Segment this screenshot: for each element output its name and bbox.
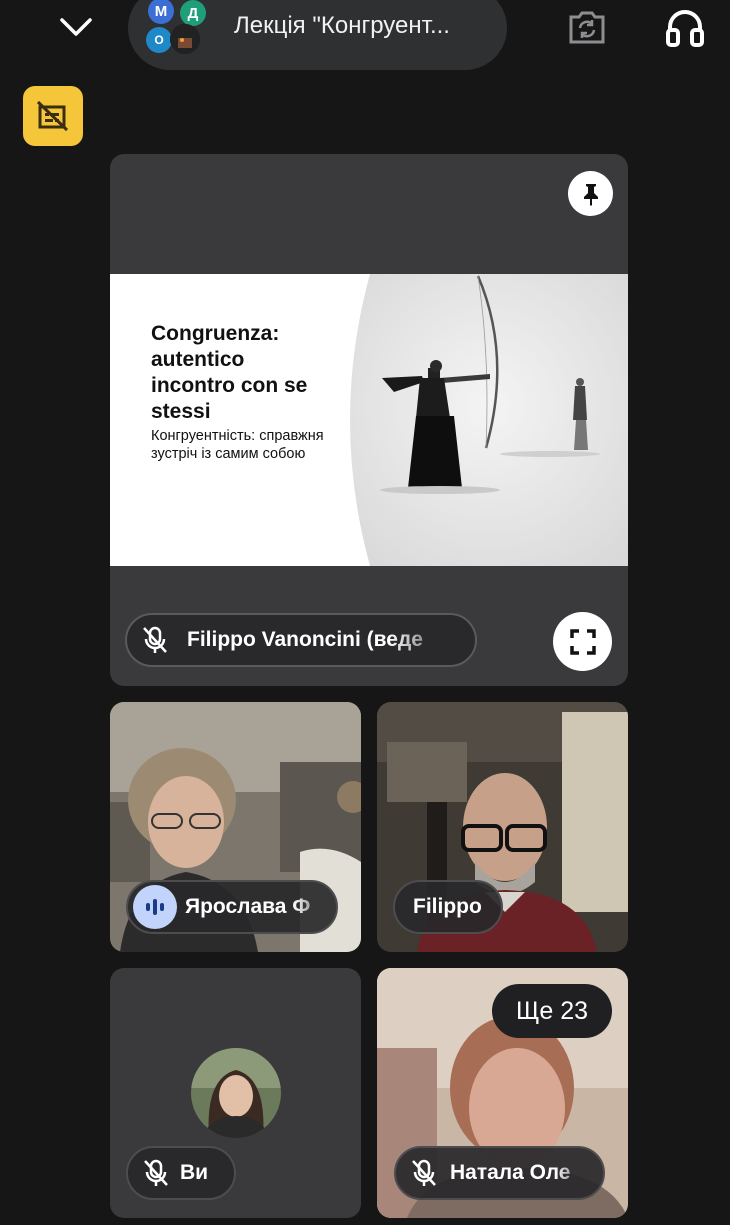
audio-output-headphones-icon[interactable]	[664, 6, 706, 48]
pin-icon	[583, 183, 598, 206]
participant-name: Натала Оле	[450, 1161, 571, 1184]
meeting-title[interactable]: Лекція "Конгруент...	[234, 12, 499, 40]
presenter-name-chip: Filippo Vanoncini (веде	[125, 613, 477, 667]
filippo-name-chip: Filippo	[393, 880, 503, 934]
participant-name: Filippo	[413, 895, 482, 918]
switch-camera-icon[interactable]	[566, 8, 608, 46]
mic-off-icon	[135, 620, 175, 660]
participant-name: Ви	[180, 1161, 209, 1184]
self-avatar	[191, 1048, 281, 1138]
presenter-name: Filippo Vanoncini (веде	[187, 628, 423, 651]
fullscreen-icon	[569, 628, 596, 655]
slide-heading: Congruenza: autentico incontro con se st…	[151, 322, 308, 423]
pin-button[interactable]	[568, 171, 613, 216]
shared-slide: Congruenza: autentico incontro con se st…	[110, 274, 628, 566]
closed-captions-off-icon	[36, 100, 69, 132]
collapse-chevron-icon[interactable]	[58, 12, 94, 42]
fullscreen-button[interactable]	[553, 612, 612, 671]
natalia-name-chip: Натала Оле	[394, 1146, 605, 1200]
slide-subtitle: Конгруентність: справжня зустріч із сами…	[151, 428, 324, 462]
avatar: О	[146, 27, 172, 53]
avatar: Д	[180, 0, 206, 26]
mic-off-icon	[404, 1153, 444, 1193]
slide-archer-image	[350, 274, 628, 566]
avatar	[170, 24, 200, 54]
participant-avatars: М Д О	[140, 0, 212, 62]
self-name-chip: Ви	[126, 1146, 236, 1200]
captions-off-button[interactable]	[23, 86, 83, 146]
more-participants-badge[interactable]: Ще 23	[492, 984, 612, 1038]
speaking-indicator-icon	[133, 885, 177, 929]
yaroslava-name-chip: Ярослава Ф	[126, 880, 338, 934]
participant-name: Ярослава Ф	[185, 895, 311, 918]
mic-off-icon	[136, 1153, 176, 1193]
avatar: М	[148, 0, 174, 24]
